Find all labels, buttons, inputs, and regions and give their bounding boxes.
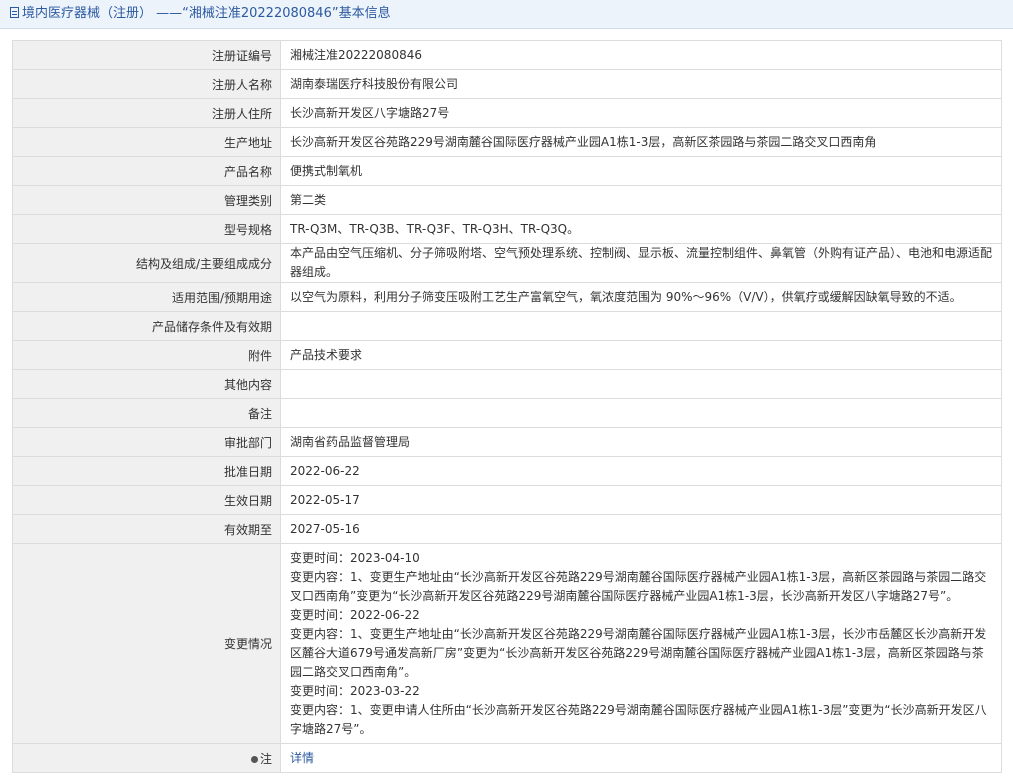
field-label: 审批部门 xyxy=(12,427,281,457)
field-value: TR-Q3M、TR-Q3B、TR-Q3F、TR-Q3H、TR-Q3Q。 xyxy=(280,214,1002,244)
field-value: 湖南省药品监督管理局 xyxy=(280,427,1002,457)
table-row: 注册人名称 湖南泰瑞医疗科技股份有限公司 xyxy=(12,69,1002,99)
field-value: 本产品由空气压缩机、分子筛吸附塔、空气预处理系统、控制阀、显示板、流量控制组件、… xyxy=(280,243,1002,283)
field-label: 备注 xyxy=(12,398,281,428)
field-label: 产品储存条件及有效期 xyxy=(12,311,281,341)
field-value xyxy=(280,369,1002,399)
note-value-cell: 详情 xyxy=(280,743,1002,773)
field-label: 结构及组成/主要组成成分 xyxy=(12,243,281,283)
info-table: 注册证编号 湘械注准20222080846 注册人名称 湖南泰瑞医疗科技股份有限公司注… xyxy=(12,40,1002,773)
table-row: 附件 产品技术要求 xyxy=(12,340,1002,370)
table-row-changes: 变更情况 变更时间：2023-04-10 变更内容：1、变更生产地址由“长沙高新开发… xyxy=(12,543,1002,744)
table-row: 注册证编号 湘械注准20222080846 xyxy=(12,40,1002,70)
field-value: 湘械注准20222080846 xyxy=(280,40,1002,70)
document-icon xyxy=(10,7,19,18)
field-value: 产品技术要求 xyxy=(280,340,1002,370)
table-row: 产品储存条件及有效期 xyxy=(12,311,1002,341)
table-row: 结构及组成/主要组成成分 本产品由空气压缩机、分子筛吸附塔、空气预处理系统、控制阀… xyxy=(12,243,1002,283)
field-label: 型号规格 xyxy=(12,214,281,244)
table-row: 产品名称 便携式制氧机 xyxy=(12,156,1002,186)
field-value: 2022-06-22 xyxy=(280,456,1002,486)
change-line: 变更内容：1、变更生产地址由“长沙高新开发区谷苑路229号湖南麓谷国际医疗器械产… xyxy=(290,627,987,679)
field-label: 注册证编号 xyxy=(12,40,281,70)
details-link[interactable]: 详情 xyxy=(290,751,314,765)
page-title-bar: 境内医疗器械（注册） ——“湘械注准20222080846”基本信息 xyxy=(0,0,1013,29)
table-row: 审批部门 湖南省药品监督管理局 xyxy=(12,427,1002,457)
table-row: 生效日期 2022-05-17 xyxy=(12,485,1002,515)
field-label: 其他内容 xyxy=(12,369,281,399)
pin-icon xyxy=(250,755,258,763)
table-row: 生产地址 长沙高新开发区谷苑路229号湖南麓谷国际医疗器械产业园A1栋1-3层，高… xyxy=(12,127,1002,157)
field-value: 长沙高新开发区八字塘路27号 xyxy=(280,98,1002,128)
field-value: 2022-05-17 xyxy=(280,485,1002,515)
change-line: 变更时间：2023-03-22 xyxy=(290,684,420,698)
field-label: 变更情况 xyxy=(12,543,281,744)
note-label: 注 xyxy=(259,751,272,766)
field-value: 第二类 xyxy=(280,185,1002,215)
change-line: 变更时间：2023-04-10 xyxy=(290,551,420,565)
field-label: 批准日期 xyxy=(12,456,281,486)
change-line: 变更内容：1、变更生产地址由“长沙高新开发区谷苑路229号湖南麓谷国际医疗器械产… xyxy=(290,570,987,603)
page-title: 境内医疗器械（注册） ——“湘械注准20222080846”基本信息 xyxy=(22,6,391,21)
field-value xyxy=(280,398,1002,428)
field-value: 以空气为原料，利用分子筛变压吸附工艺生产富氧空气，氧浓度范围为 90%～96%（… xyxy=(280,282,1002,312)
table-row-note: 注 详情 xyxy=(12,743,1002,773)
table-row: 注册人住所 长沙高新开发区八字塘路27号 xyxy=(12,98,1002,128)
field-label: 有效期至 xyxy=(12,514,281,544)
field-label: 注册人名称 xyxy=(12,69,281,99)
field-label: 产品名称 xyxy=(12,156,281,186)
table-row: 有效期至 2027-05-16 xyxy=(12,514,1002,544)
field-value: 2027-05-16 xyxy=(280,514,1002,544)
note-label-cell: 注 xyxy=(12,743,281,773)
table-row: 型号规格 TR-Q3M、TR-Q3B、TR-Q3F、TR-Q3H、TR-Q3Q。 xyxy=(12,214,1002,244)
field-label: 适用范围/预期用途 xyxy=(12,282,281,312)
table-row: 其他内容 xyxy=(12,369,1002,399)
field-value: 便携式制氧机 xyxy=(280,156,1002,186)
field-label: 生产地址 xyxy=(12,127,281,157)
change-line: 变更时间：2022-06-22 xyxy=(290,608,420,622)
field-label: 注册人住所 xyxy=(12,98,281,128)
field-value xyxy=(280,311,1002,341)
field-value: 长沙高新开发区谷苑路229号湖南麓谷国际医疗器械产业园A1栋1-3层，高新区茶园… xyxy=(280,127,1002,157)
table-row: 适用范围/预期用途 以空气为原料，利用分子筛变压吸附工艺生产富氧空气，氧浓度范围为… xyxy=(12,282,1002,312)
change-line: 变更内容：1、变更申请人住所由“长沙高新开发区谷苑路229号湖南麓谷国际医疗器械… xyxy=(290,703,987,736)
table-row: 批准日期 2022-06-22 xyxy=(12,456,1002,486)
table-row: 备注 xyxy=(12,398,1002,428)
field-value: 湖南泰瑞医疗科技股份有限公司 xyxy=(280,69,1002,99)
field-label: 生效日期 xyxy=(12,485,281,515)
table-row: 管理类别 第二类 xyxy=(12,185,1002,215)
field-label: 管理类别 xyxy=(12,185,281,215)
field-label: 附件 xyxy=(12,340,281,370)
change-history: 变更时间：2023-04-10 变更内容：1、变更生产地址由“长沙高新开发区谷苑路… xyxy=(280,543,1002,744)
